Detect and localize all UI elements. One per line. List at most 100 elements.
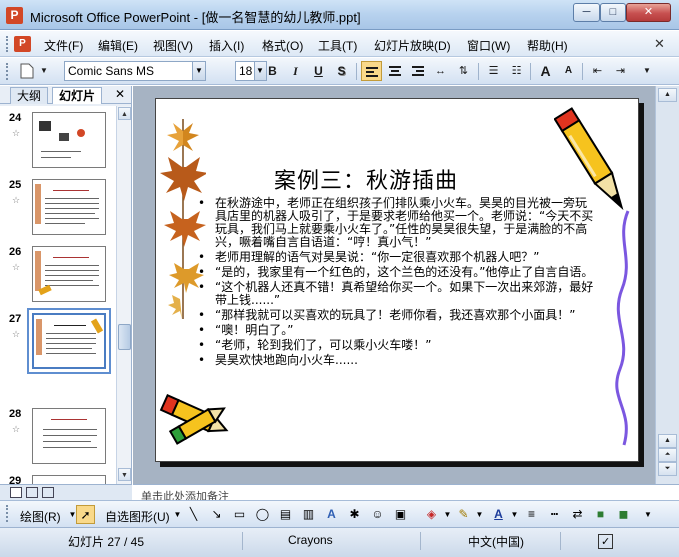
underline-button[interactable]: U bbox=[308, 61, 329, 81]
text-direction-button[interactable]: ⇅ bbox=[453, 61, 474, 81]
tab-slides[interactable]: 幻灯片 bbox=[52, 87, 103, 104]
wordart-icon[interactable]: A bbox=[322, 505, 341, 524]
rectangle-tool-icon[interactable]: ▭ bbox=[230, 505, 249, 524]
scroll-down-icon[interactable]: ▼ bbox=[118, 468, 131, 481]
picture-icon[interactable]: ▣ bbox=[391, 505, 410, 524]
scroll-up-icon[interactable]: ▲ bbox=[118, 107, 131, 120]
spelling-check-icon[interactable]: ✓ bbox=[598, 534, 614, 549]
italic-button[interactable]: I bbox=[285, 61, 306, 81]
chevron-down-icon[interactable]: ▼ bbox=[470, 505, 489, 524]
bullets-button[interactable]: ☷ bbox=[506, 61, 527, 81]
distribute-text-button[interactable]: ↔ bbox=[430, 61, 451, 81]
squiggle-line-image bbox=[615, 210, 630, 446]
status-separator bbox=[420, 532, 421, 550]
powerpoint-app-icon[interactable]: P bbox=[6, 7, 23, 24]
menu-edit[interactable]: 编辑(E) bbox=[98, 37, 138, 54]
clip-art-icon[interactable]: ☺ bbox=[368, 505, 387, 524]
menu-slideshow[interactable]: 幻灯片放映(D) bbox=[374, 37, 451, 54]
menu-tools[interactable]: 工具(T) bbox=[318, 37, 357, 54]
shadow-button[interactable]: S bbox=[331, 61, 352, 81]
normal-view-icon[interactable] bbox=[10, 487, 22, 498]
slide-body-text[interactable]: 在秋游途中，老师正在组织孩子们排队乘小火车。昊昊的目光被一旁玩具店里的机器人吸引… bbox=[196, 197, 594, 369]
new-file-icon[interactable] bbox=[16, 61, 37, 81]
increase-indent-button[interactable]: ⇥ bbox=[610, 61, 631, 81]
dash-style-icon[interactable]: ┅ bbox=[545, 505, 564, 524]
autoshapes-menu-button[interactable]: 自选图形(U) bbox=[105, 508, 170, 525]
slide-thumbnail-selected[interactable]: 27 ☆ bbox=[0, 307, 116, 375]
animation-star-icon: ☆ bbox=[12, 262, 21, 272]
menu-help[interactable]: 帮助(H) bbox=[527, 37, 568, 54]
slide-thumbnail[interactable]: 24 ☆ bbox=[0, 106, 116, 174]
grow-font-button[interactable]: A bbox=[535, 61, 556, 81]
draw-menu-button[interactable]: 绘图(R) bbox=[20, 508, 61, 525]
pane-tabs: 大纲 幻灯片 ✕ bbox=[0, 86, 132, 104]
scroll-up-icon[interactable]: ▲ bbox=[658, 88, 677, 102]
formatting-toolbar: ▼ Comic Sans MS ▼ 18 ▼ B I U S ↔ ⇅ ☰ ☷ A… bbox=[0, 58, 679, 85]
slide-thumbnail[interactable]: 29 ☆ bbox=[0, 469, 116, 484]
diagram-icon[interactable]: ✱ bbox=[345, 505, 364, 524]
vertical-text-box-icon[interactable]: ▥ bbox=[299, 505, 318, 524]
slide-thumbnail-list: 24 ☆ 25 ☆ 26 ☆ 27 ☆ 28 ☆ 29 bbox=[0, 106, 116, 484]
menu-format[interactable]: 格式(O) bbox=[262, 37, 303, 54]
shrink-font-button[interactable]: A bbox=[558, 61, 579, 81]
slide-thumbnail-image bbox=[32, 313, 106, 369]
scroll-up-icon[interactable]: ▲ bbox=[658, 434, 677, 448]
maximize-button[interactable]: □ bbox=[600, 3, 626, 22]
shrink-font-label: A bbox=[564, 65, 573, 76]
toolbar-overflow-button[interactable]: ▼ bbox=[640, 61, 654, 81]
toolbar-options-icon[interactable]: ▼ bbox=[38, 61, 50, 81]
notes-pane[interactable]: 单击此处添加备注 bbox=[133, 484, 679, 500]
slide-title[interactable]: 案例三：秋游插曲 bbox=[274, 163, 458, 195]
menu-window[interactable]: 窗口(W) bbox=[467, 37, 510, 54]
toolbar-grip-handle[interactable] bbox=[6, 505, 10, 522]
align-center-icon bbox=[388, 66, 401, 76]
document-icon[interactable]: P bbox=[14, 36, 31, 52]
oval-tool-icon[interactable]: ◯ bbox=[253, 505, 272, 524]
decrease-indent-button[interactable]: ⇤ bbox=[587, 61, 608, 81]
slide-sorter-view-icon[interactable] bbox=[26, 487, 38, 498]
text-box-icon[interactable]: ▤ bbox=[276, 505, 295, 524]
align-left-button[interactable] bbox=[361, 61, 382, 81]
chevron-down-icon[interactable]: ▼ bbox=[192, 62, 205, 80]
font-name-combo[interactable]: Comic Sans MS ▼ bbox=[64, 61, 206, 81]
arrow-style-icon[interactable]: ⇄ bbox=[568, 505, 587, 524]
next-slide-icon[interactable]: ⏷ bbox=[658, 462, 677, 476]
3d-style-icon[interactable]: ◼ bbox=[614, 505, 633, 524]
line-tool-icon[interactable]: ╲ bbox=[184, 505, 203, 524]
slide-thumbnail[interactable]: 28 ☆ bbox=[0, 402, 116, 470]
toolbar-overflow-button[interactable]: ▼ bbox=[642, 505, 654, 524]
slideshow-view-icon[interactable] bbox=[42, 487, 54, 498]
numbering-button[interactable]: ☰ bbox=[483, 61, 504, 81]
arrow-tool-icon[interactable]: ↘ bbox=[207, 505, 226, 524]
pane-scrollbar[interactable]: ▲ ▼ bbox=[116, 106, 131, 484]
scrollbar-thumb[interactable] bbox=[118, 324, 131, 350]
menu-file[interactable]: 文件(F) bbox=[44, 37, 83, 54]
shadow-style-icon[interactable]: ■ bbox=[591, 505, 610, 524]
slide-thumbnail[interactable]: 26 ☆ bbox=[0, 240, 116, 308]
menu-view[interactable]: 视图(V) bbox=[153, 37, 193, 54]
slide-thumbnail-image bbox=[32, 475, 106, 484]
slide-thumbnail[interactable]: 25 ☆ bbox=[0, 173, 116, 241]
toolbar-grip-handle[interactable] bbox=[6, 63, 10, 80]
bold-button[interactable]: B bbox=[262, 61, 283, 81]
bullet-item: 昊昊欢快地跑向小火车...... bbox=[196, 354, 594, 368]
close-window-button[interactable]: ✕ bbox=[626, 3, 671, 22]
close-pane-button[interactable]: ✕ bbox=[115, 87, 125, 101]
align-right-button[interactable] bbox=[407, 61, 428, 81]
slide-position-status: 幻灯片 27 / 45 bbox=[68, 535, 145, 549]
toolbar-separator bbox=[582, 63, 583, 80]
current-slide[interactable]: 案例三：秋游插曲 在秋游途中，老师正在组织孩子们排队乘小火车。昊昊的目光被一旁玩… bbox=[155, 98, 639, 462]
previous-slide-icon[interactable]: ⏶ bbox=[658, 448, 677, 462]
status-separator bbox=[242, 532, 243, 550]
line-style-icon[interactable]: ≡ bbox=[522, 505, 541, 524]
slide-scrollbar[interactable]: ▲ ▲ ⏶ ⏷ bbox=[655, 86, 679, 484]
select-objects-arrow-icon[interactable]: ➚ bbox=[76, 505, 95, 524]
animation-star-icon: ☆ bbox=[12, 195, 21, 205]
align-center-button[interactable] bbox=[384, 61, 405, 81]
font-size-value: 18 bbox=[239, 64, 253, 78]
tab-outline[interactable]: 大纲 bbox=[10, 87, 49, 104]
menu-insert[interactable]: 插入(I) bbox=[209, 37, 244, 54]
close-document-button[interactable]: ✕ bbox=[654, 36, 665, 52]
menu-grip-handle[interactable] bbox=[6, 36, 10, 52]
minimize-button[interactable]: ─ bbox=[573, 3, 600, 22]
